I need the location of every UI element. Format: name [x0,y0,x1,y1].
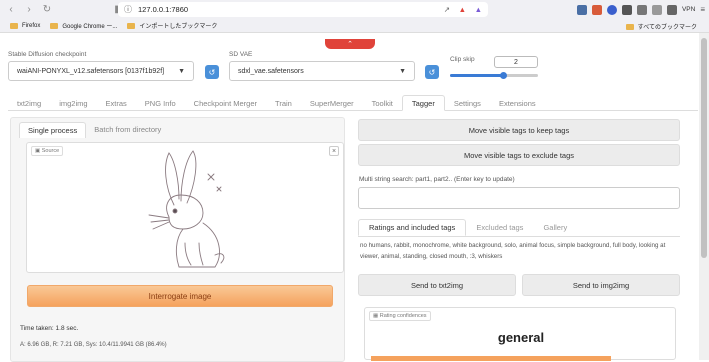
tab-ratings-included[interactable]: Ratings and included tags [358,219,467,236]
tab-settings[interactable]: Settings [445,95,490,111]
tab-checkpoint-merger[interactable]: Checkpoint Merger [185,95,266,111]
result-tabs: Ratings and included tags Excluded tags … [358,219,680,237]
rewards-icon[interactable]: ▲ [475,5,482,14]
move-keep-tags-button[interactable]: Move visible tags to keep tags [358,119,680,141]
rating-confidences-label: ▦ Rating confidences [369,311,431,321]
scrollbar-thumb[interactable] [701,38,707,258]
extension-icon[interactable] [591,4,602,15]
top-rating-label: general [497,330,545,345]
share-icon[interactable]: ↗ [444,5,450,14]
folder-icon [50,22,59,29]
confidence-bar [371,356,611,361]
vpn-button[interactable]: VPN [682,6,695,13]
slider-fill [450,74,503,77]
multi-search-label: Multi string search: part1, part2.. (Ent… [359,176,515,183]
source-label-text: Source [41,148,60,154]
rabbit-image [148,150,225,268]
chevron-down-icon: ▼ [399,67,406,75]
clip-skip-label: Clip skip [450,56,475,63]
bookmark-label: Firefox [22,22,41,29]
extension-icon[interactable] [651,4,662,15]
close-icon[interactable]: × [329,146,339,156]
checkpoint-value: waiANI-PONYXL_v12.safetensors [0137f1b92… [17,67,165,75]
source-image-box[interactable]: ▣ Source × [26,142,344,273]
memory-usage: A: 6.96 GB, R: 7.21 GB, Sys: 10.4/11.994… [20,342,167,348]
vae-dropdown[interactable]: sdxl_vae.safetensors ▼ [229,61,415,81]
clip-skip-slider[interactable] [450,72,538,79]
clip-skip-input[interactable]: 2 [494,56,538,68]
checkpoint-label: Stable Diffusion checkpoint [8,51,87,58]
tab-batch-from-directory[interactable]: Batch from directory [86,122,169,138]
tab-txt2img[interactable]: txt2img [8,95,50,111]
bookmark-label: インポートしたブックマーク [139,24,218,30]
refresh-checkpoint-icon[interactable]: ↺ [205,65,219,79]
reload-icon[interactable]: ↻ [40,3,54,17]
tab-train[interactable]: Train [266,95,301,111]
folder-icon [10,22,18,29]
main-tabs: txt2img img2img Extras PNG Info Checkpoint M… [8,95,698,111]
download-icon[interactable] [576,4,587,15]
forward-icon[interactable]: › [22,3,36,17]
bookmark-item[interactable]: Firefox [10,22,41,29]
folder-icon [127,22,136,29]
tab-single-process[interactable]: Single process [19,122,87,138]
vae-label: SD VAE [229,51,253,58]
tab-toolkit[interactable]: Toolkit [363,95,402,111]
tab-gallery[interactable]: Gallery [533,219,577,236]
all-bookmarks[interactable]: すべてのブックマーク [625,22,697,31]
webui-page: ⌃ Stable Diffusion checkpoint waiANI-PON… [0,33,699,362]
image-icon: ▣ [35,148,41,154]
chevron-down-icon: ▼ [178,67,185,75]
extensions-bar: VPN ≡ [576,1,705,18]
bookmark-label: Google Chrome ー... [62,24,118,30]
time-taken: Time taken: 1.8 sec. [20,325,79,332]
move-exclude-tags-button[interactable]: Move visible tags to exclude tags [358,144,680,166]
folder-icon [625,23,634,30]
tab-tagger[interactable]: Tagger [401,95,445,111]
source-label: ▣ Source [31,146,64,156]
multi-search-input[interactable] [358,187,680,209]
subtabs: Single process Batch from directory [19,122,169,138]
refresh-vae-icon[interactable]: ↺ [425,65,439,79]
tab-png-info[interactable]: PNG Info [136,95,185,111]
extension-icon[interactable] [621,4,632,15]
rating-confidences-text: Rating confidences [379,313,427,319]
tab-supermerger[interactable]: SuperMerger [301,95,363,111]
send-to-img2img-button[interactable]: Send to img2img [522,274,680,296]
right-panel: Move visible tags to keep tags Move visi… [352,117,688,361]
chart-icon: ▦ [373,313,379,319]
bookmark-label: すべてのブックマーク [637,25,697,31]
rating-confidences-box: ▦ Rating confidences general [364,307,676,361]
bookmark-item[interactable]: インポートしたブックマーク [127,21,217,30]
chevron-up-icon: ⌃ [347,41,353,48]
extension-icon[interactable] [636,4,647,15]
tags-output: no humans, rabbit, monochrome, white bac… [360,242,666,260]
interrogate-button[interactable]: Interrogate image [27,285,333,307]
vae-value: sdxl_vae.safetensors [238,67,304,75]
url-text: 127.0.0.1:7860 [138,5,189,14]
brave-shield-icon[interactable]: ▲ [459,5,466,14]
slider-knob[interactable] [499,72,507,79]
extension-icon[interactable] [666,4,677,15]
tab-img2img[interactable]: img2img [50,95,96,111]
tab-extensions[interactable]: Extensions [490,95,545,111]
tab-excluded-tags[interactable]: Excluded tags [466,219,533,236]
bookmarks-bar: Firefox Google Chrome ー... インポートしたブックマーク… [0,19,709,33]
address-bar[interactable]: ⓘ 127.0.0.1:7860 ↗ ▲ ▲ [118,2,488,17]
site-info-icon: ⓘ [124,5,132,14]
extension-icon[interactable] [606,4,617,15]
send-to-txt2img-button[interactable]: Send to txt2img [358,274,516,296]
menu-icon[interactable]: ≡ [700,5,705,14]
tab-extras[interactable]: Extras [97,95,136,111]
checkpoint-dropdown[interactable]: waiANI-PONYXL_v12.safetensors [0137f1b92… [8,61,194,81]
top-red-button[interactable]: ⌃ [325,39,375,49]
back-icon[interactable]: ‹ [4,3,18,17]
browser-toolbar: ‹ › ↻ ▮ ⓘ 127.0.0.1:7860 ↗ ▲ ▲ VPN ≡ [0,0,709,19]
bookmark-item[interactable]: Google Chrome ー... [50,21,117,30]
